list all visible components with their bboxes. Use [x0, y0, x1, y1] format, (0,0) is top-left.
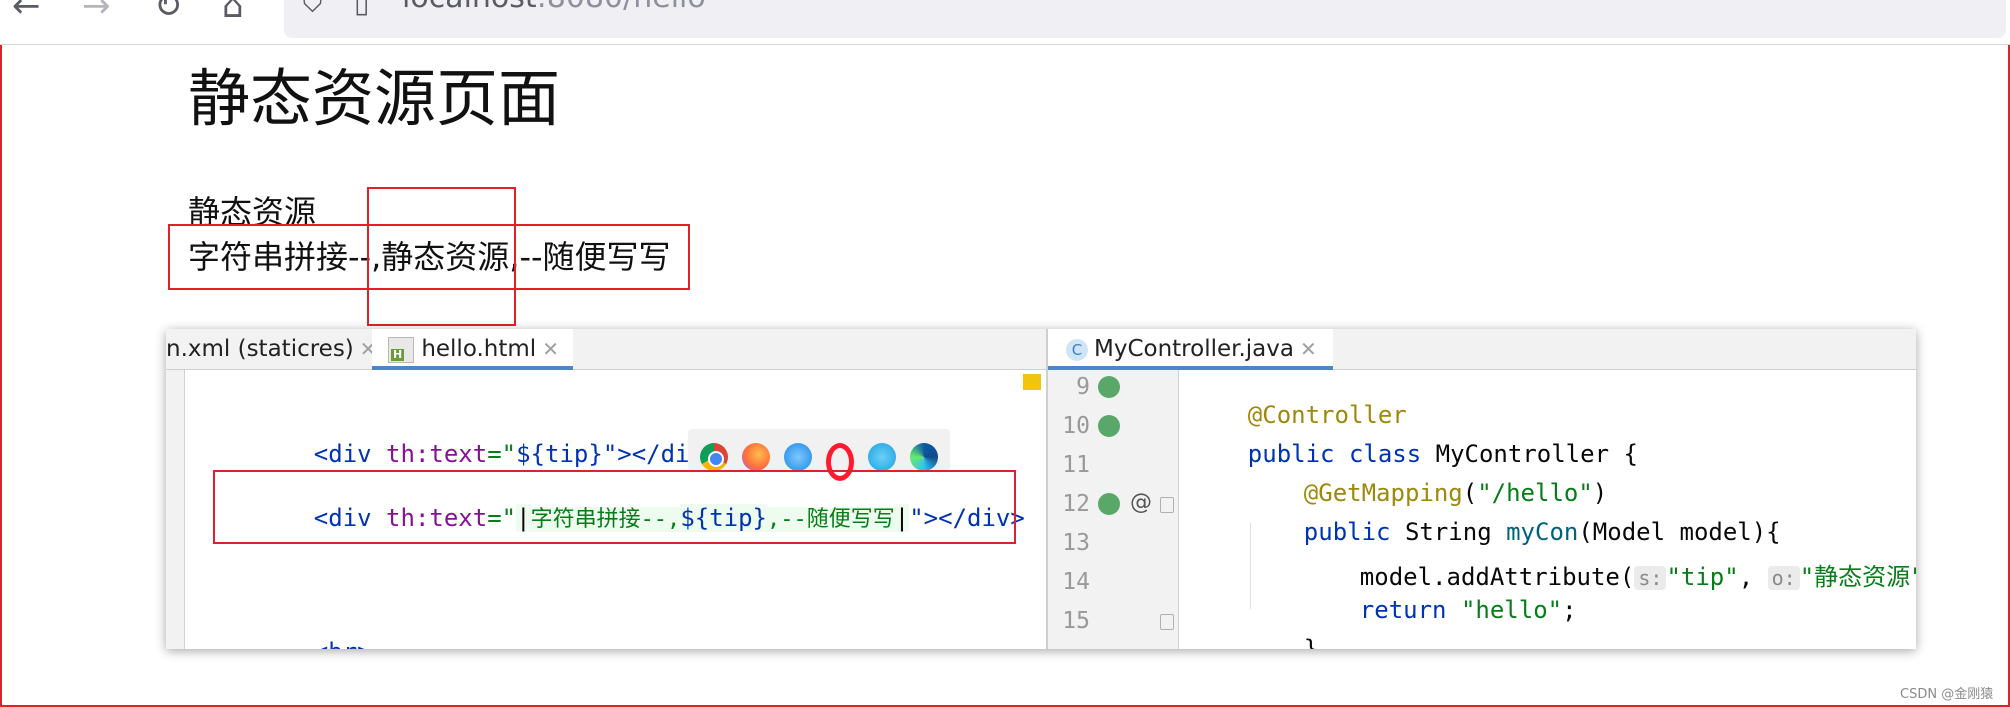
- left-gutter: [166, 370, 185, 649]
- watermark: CSDN @金刚猿: [1900, 687, 1994, 702]
- browser-toolbar: ← → ↻ ⌂ ⛉ ▯ localhost:8080/hello: [0, 0, 2010, 45]
- back-arrow-icon[interactable]: ←: [12, 0, 41, 26]
- annotation-at-icon[interactable]: @: [1130, 490, 1152, 515]
- firefox-icon[interactable]: [742, 443, 770, 471]
- page-icon: ▯: [354, 0, 370, 19]
- fold-end-icon[interactable]: [1160, 614, 1174, 630]
- highlight-box-code-line: [213, 470, 1016, 544]
- home-icon[interactable]: ⌂: [222, 0, 244, 26]
- edge-icon[interactable]: [910, 443, 938, 471]
- param-hint-s: s:: [1634, 566, 1667, 590]
- internet-explorer-icon[interactable]: [868, 443, 896, 471]
- java-line-15: }: [1303, 635, 1319, 649]
- tab-hello-html[interactable]: H hello.html ✕: [372, 329, 573, 370]
- tab-label: n.xml (staticres): [166, 336, 354, 362]
- code-line-br: <br>: [256, 610, 372, 649]
- right-gutter: 9 10 11 12 13 14 15 @: [1048, 370, 1179, 649]
- tab-pom-xml[interactable]: n.xml (staticres) ✕: [166, 329, 385, 369]
- fold-icon[interactable]: [1160, 497, 1174, 513]
- browser-preview-icons: [688, 429, 950, 481]
- java-line-14: return "hello";: [1359, 596, 1577, 624]
- close-icon[interactable]: ✕: [542, 337, 559, 361]
- tab-label: hello.html: [421, 336, 537, 362]
- highlight-box-variable-column: [367, 187, 516, 326]
- chrome-icon[interactable]: [700, 443, 728, 471]
- tab-label: MyController.java: [1094, 336, 1294, 362]
- request-mapping-icon[interactable]: [1098, 493, 1120, 515]
- url-bar[interactable]: ⛉ ▯ localhost:8080/hello: [284, 0, 2006, 38]
- reload-icon[interactable]: ↻: [154, 0, 183, 26]
- page-title: 静态资源页面: [188, 62, 561, 135]
- param-hint-o: o:: [1767, 566, 1800, 590]
- forward-arrow-icon[interactable]: →: [82, 0, 111, 26]
- safari-icon[interactable]: [784, 443, 812, 471]
- url-text[interactable]: localhost:8080/hello: [402, 0, 706, 15]
- warning-marker[interactable]: [1023, 374, 1041, 390]
- bean-class-icon[interactable]: [1098, 415, 1120, 437]
- url-host: localhost: [402, 0, 537, 15]
- bean-icon[interactable]: [1098, 376, 1120, 398]
- html-file-icon: H: [388, 336, 414, 363]
- indent-guide: [1250, 523, 1251, 609]
- shield-icon[interactable]: ⛉: [302, 0, 323, 20]
- close-icon[interactable]: ✕: [1300, 337, 1317, 361]
- tab-mycontroller-java[interactable]: C MyController.java ✕: [1048, 329, 1333, 370]
- url-path: :8080/hello: [537, 0, 706, 15]
- java-class-icon: C: [1066, 338, 1088, 361]
